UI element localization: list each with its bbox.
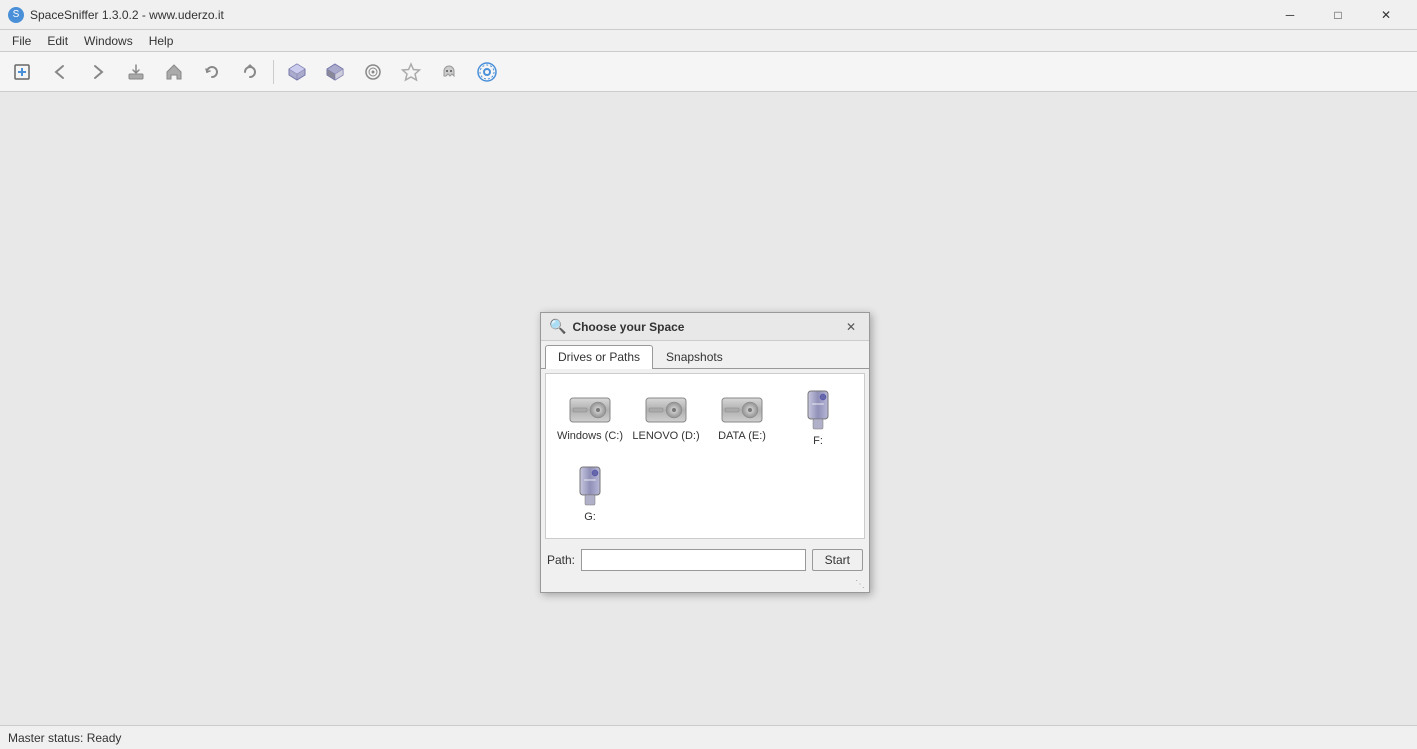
export-icon [126,62,146,82]
main-area: 🔍 Choose your Space ✕ Drives or Paths Sn… [0,92,1417,725]
drive-label-e: DATA (E:) [718,430,766,442]
resize-handle[interactable]: ⋱ [541,577,869,592]
dialog-title: Choose your Space [572,320,684,334]
drive-label-f: F: [813,435,823,447]
status-bar: Master status: Ready [0,725,1417,749]
menu-file[interactable]: File [4,32,39,50]
app-icon: S [8,7,24,23]
refresh2-button[interactable] [232,55,268,89]
menu-windows[interactable]: Windows [76,32,141,50]
cube1-icon [287,62,307,82]
resize-dots: ⋱ [855,579,865,590]
tab-snapshots[interactable]: Snapshots [653,345,736,368]
ghost-icon [439,62,459,82]
ghost-button[interactable] [431,55,467,89]
usb-icon-f [803,389,833,431]
back-icon [50,62,70,82]
new-icon [12,62,32,82]
star-button[interactable] [393,55,429,89]
dialog-title-left: 🔍 Choose your Space [549,318,684,335]
menu-help[interactable]: Help [141,32,182,50]
dialog-title-icon: 🔍 [549,318,566,335]
star-icon [401,62,421,82]
cube1-button[interactable] [279,55,315,89]
drive-item-d[interactable]: LENOVO (D:) [630,382,702,454]
forward-button[interactable] [80,55,116,89]
close-button[interactable]: ✕ [1363,0,1409,30]
minimize-button[interactable]: ─ [1267,0,1313,30]
window-controls: ─ □ ✕ [1267,0,1409,30]
back-button[interactable] [42,55,78,89]
settings-icon [477,62,497,82]
refresh2-icon [240,62,260,82]
maximize-button[interactable]: □ [1315,0,1361,30]
start-button[interactable]: Start [812,549,863,571]
usb-icon-g [575,465,605,507]
home-icon [164,62,184,82]
toolbar-separator-1 [273,60,274,84]
title-bar-left: S SpaceSniffer 1.3.0.2 - www.uderzo.it [8,7,224,23]
title-bar: S SpaceSniffer 1.3.0.2 - www.uderzo.it ─… [0,0,1417,30]
tab-drives[interactable]: Drives or Paths [545,345,653,369]
dialog-tabs: Drives or Paths Snapshots [541,341,869,369]
choose-space-dialog: 🔍 Choose your Space ✕ Drives or Paths Sn… [540,312,870,593]
cube2-icon [325,62,345,82]
hdd-icon-d [644,394,688,426]
refresh-icon [202,62,222,82]
new-button[interactable] [4,55,40,89]
drive-label-d: LENOVO (D:) [632,430,699,442]
drive-item-g[interactable]: G: [554,458,626,530]
drive-item-c[interactable]: Windows (C:) [554,382,626,454]
hdd-icon-c [568,394,612,426]
dialog-title-bar: 🔍 Choose your Space ✕ [541,313,869,341]
drive-label-c: Windows (C:) [557,430,623,442]
drive-grid: Windows (C:) [545,373,865,539]
cube2-button[interactable] [317,55,353,89]
target-button[interactable] [355,55,391,89]
export-button[interactable] [118,55,154,89]
settings-button[interactable] [469,55,505,89]
menu-bar: File Edit Windows Help [0,30,1417,52]
path-label: Path: [547,553,575,567]
path-bar: Path: Start [541,543,869,577]
hdd-icon-e [720,394,764,426]
home-button[interactable] [156,55,192,89]
drive-item-f[interactable]: F: [782,382,854,454]
drive-label-g: G: [584,511,596,523]
forward-icon [88,62,108,82]
drive-item-e[interactable]: DATA (E:) [706,382,778,454]
menu-edit[interactable]: Edit [39,32,76,50]
window-title: SpaceSniffer 1.3.0.2 - www.uderzo.it [30,8,224,22]
refresh-button[interactable] [194,55,230,89]
dialog-close-button[interactable]: ✕ [841,317,861,337]
status-text: Master status: Ready [8,731,121,745]
target-icon [363,62,383,82]
path-input[interactable] [581,549,806,571]
toolbar [0,52,1417,92]
